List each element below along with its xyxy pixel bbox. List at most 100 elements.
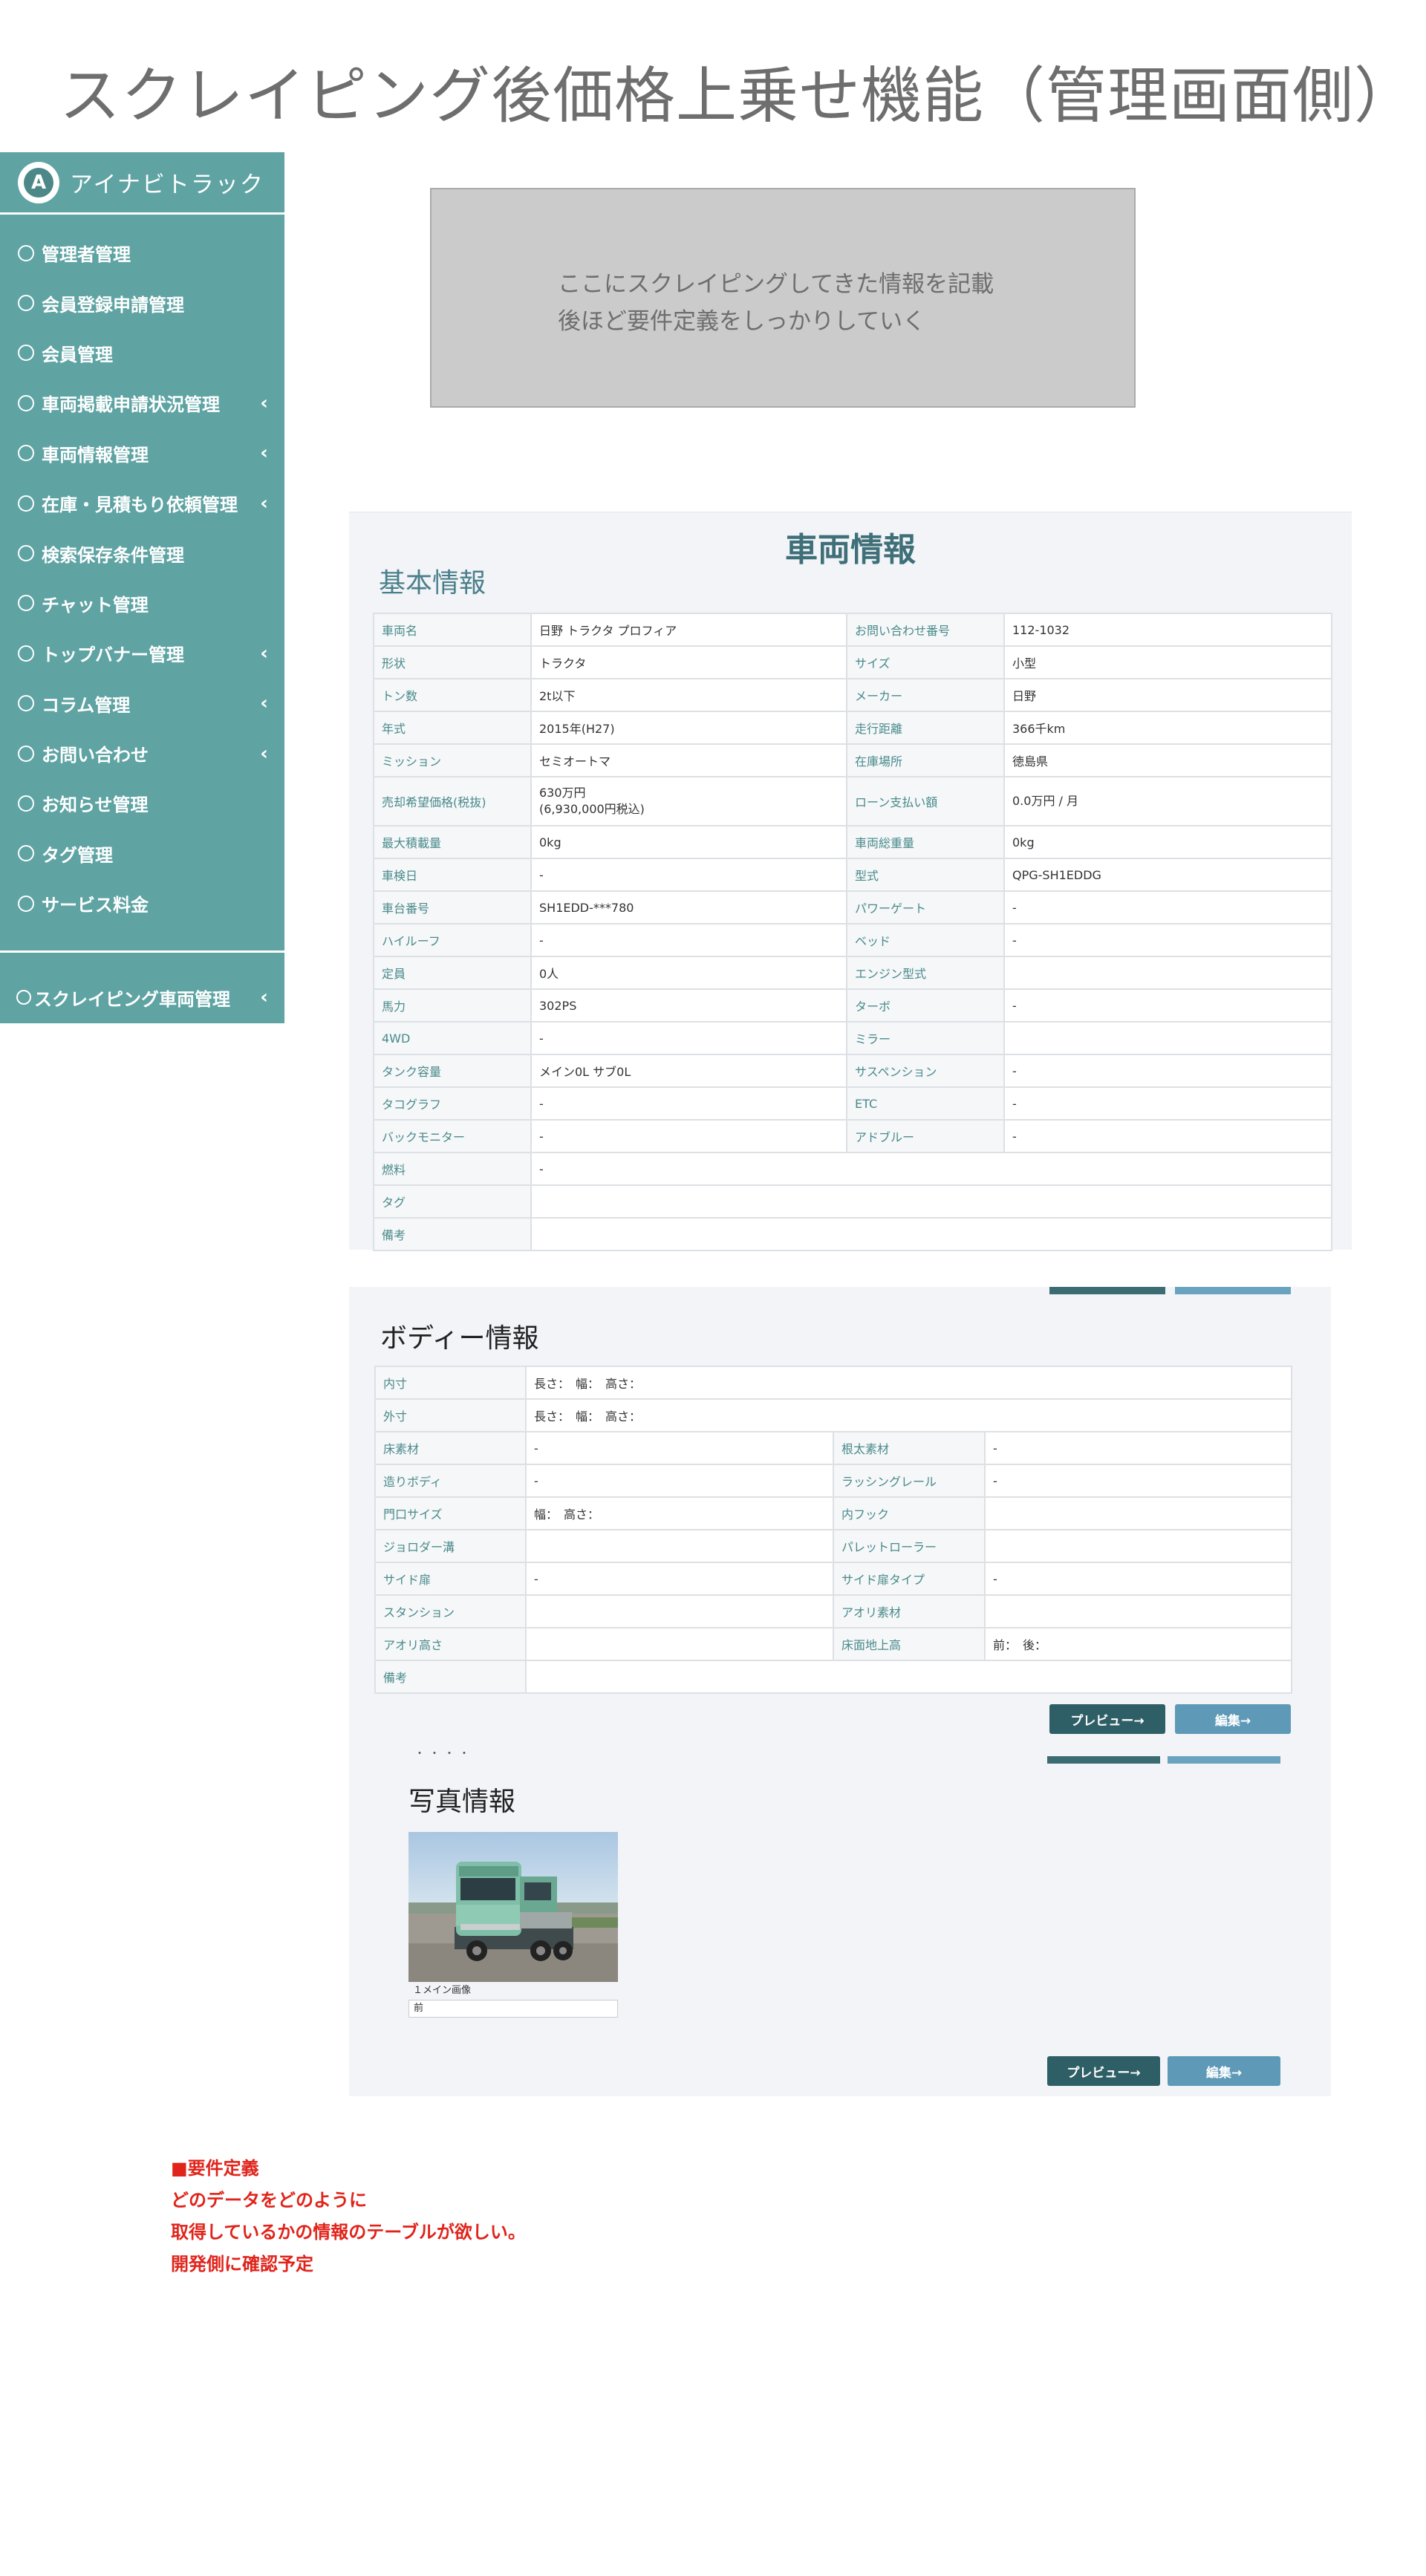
field-value xyxy=(525,1594,834,1628)
field-value: - xyxy=(1003,1086,1332,1121)
field-value: - xyxy=(525,1431,834,1465)
field-value: SH1EDD-***780 xyxy=(530,890,847,925)
field-value: - xyxy=(1003,1119,1332,1153)
field-label: ジョロダー溝 xyxy=(374,1529,527,1563)
field-label: トン数 xyxy=(373,678,532,712)
sidebar-item-8[interactable]: トップバナー管理 ‹ xyxy=(0,628,284,678)
table-row: 定員 0人 エンジン型式 xyxy=(373,956,1332,990)
field-label: ターボ xyxy=(846,988,1005,1023)
field-label: 車台番号 xyxy=(373,890,532,925)
field-label: サイド扉 xyxy=(374,1562,527,1596)
table-row: バックモニター - アドブルー - xyxy=(373,1119,1332,1153)
field-value: セミオートマ xyxy=(530,743,847,777)
field-label: アオリ素材 xyxy=(833,1594,986,1628)
sidebar-item-5[interactable]: 在庫・見積もり依頼管理 ‹ xyxy=(0,478,284,528)
field-value: QPG-SH1EDDG xyxy=(1003,858,1332,892)
field-label: メーカー xyxy=(846,678,1005,712)
circle-icon xyxy=(18,795,34,812)
field-value xyxy=(524,1660,1293,1694)
sidebar-item-11[interactable]: お知らせ管理 xyxy=(0,778,284,828)
field-label: タグ xyxy=(373,1184,532,1219)
table-row: 内寸 長さ： 幅： 高さ： xyxy=(374,1366,1293,1400)
field-value: - xyxy=(1003,1054,1332,1088)
sidebar-item-10[interactable]: お問い合わせ ‹ xyxy=(0,728,284,778)
chevron-left-icon: ‹ xyxy=(260,692,268,715)
sidebar-item-7[interactable]: チャット管理 xyxy=(0,578,284,628)
field-value: - xyxy=(530,1152,1332,1186)
field-value: - xyxy=(983,1562,1293,1596)
sidebar-item-9[interactable]: コラム管理 ‹ xyxy=(0,679,284,728)
sidebar-item-scraping-vehicles[interactable]: スクレイピング車両管理 ‹ xyxy=(0,972,284,1022)
field-value: - xyxy=(530,1086,847,1121)
sidebar-item-13[interactable]: サービス料金 xyxy=(0,878,284,928)
field-value: - xyxy=(525,1562,834,1596)
table-row: 備考 xyxy=(374,1660,1293,1694)
field-label: ラッシングレール xyxy=(833,1464,986,1498)
field-label: 内寸 xyxy=(374,1366,527,1400)
field-label: 年式 xyxy=(373,711,532,745)
field-value: 徳島県 xyxy=(1003,743,1332,777)
sidebar-item-3[interactable]: 車両掲載申請状況管理 ‹ xyxy=(0,378,284,428)
field-label: 車検日 xyxy=(373,858,532,892)
sidebar: A アイナビトラック 管理者管理 会員登録申請管理 会員管理 車両掲載申請状況管理 ‹ 車… xyxy=(0,152,284,1023)
table-row: 4WD - ミラー xyxy=(373,1021,1332,1055)
table-row: 床素材 - 根太素材 - xyxy=(374,1431,1293,1465)
requirements-line: どのデータをどのように xyxy=(171,2190,367,2211)
circle-icon xyxy=(18,445,34,462)
field-value: - xyxy=(1003,890,1332,925)
field-label: 最大積載量 xyxy=(373,825,532,859)
body-edit-button[interactable]: 編集→ xyxy=(1175,1704,1291,1734)
field-value: - xyxy=(1003,923,1332,957)
field-value: - xyxy=(530,1119,847,1153)
photo-edit-button[interactable]: 編集→ xyxy=(1168,2056,1280,2086)
field-value: - xyxy=(983,1464,1293,1498)
sidebar-item-label: 車両情報管理 xyxy=(42,444,149,466)
circle-icon xyxy=(18,295,34,312)
field-value: 長さ： 幅： 高さ： xyxy=(524,1366,1293,1400)
sidebar-item-4[interactable]: 車両情報管理 ‹ xyxy=(0,428,284,478)
page-title: スクレイピング後価格上乗せ機能（管理画面側） xyxy=(59,61,1416,131)
body-preview-button[interactable]: プレビュー→ xyxy=(1049,1704,1165,1734)
field-label: ベッド xyxy=(846,923,1005,957)
sidebar-brand[interactable]: A アイナビトラック xyxy=(0,152,284,215)
photo-preview-button[interactable]: プレビュー→ xyxy=(1047,2056,1160,2086)
field-label: 車両総重量 xyxy=(846,825,1005,859)
field-value xyxy=(1003,956,1332,990)
field-label: 車両名 xyxy=(373,613,532,647)
truck-photo[interactable] xyxy=(408,1832,618,1982)
body-info-table: 内寸 長さ： 幅： 高さ： 外寸 長さ： 幅： 高さ： 床素材 - 根太素材 - 造りボディ - ラ… xyxy=(374,1366,1293,1694)
sidebar-item-6[interactable]: 検索保存条件管理 xyxy=(0,528,284,578)
field-value: 長さ： 幅： 高さ： xyxy=(524,1398,1293,1432)
sidebar-item-0[interactable]: 管理者管理 xyxy=(0,228,284,278)
table-row: 門口サイズ 幅： 高さ： 内フック xyxy=(374,1496,1293,1530)
field-value xyxy=(983,1496,1293,1530)
field-label: ローン支払い額 xyxy=(846,776,1005,826)
circle-icon xyxy=(18,745,34,762)
field-value: - xyxy=(525,1464,834,1498)
field-value xyxy=(530,1184,1332,1219)
circle-icon xyxy=(18,695,34,712)
field-value: 0人 xyxy=(530,956,847,990)
table-row: ジョロダー溝 パレットローラー xyxy=(374,1529,1293,1563)
table-row: タンク容量 メイン0L サブ0L サスペンション - xyxy=(373,1054,1332,1088)
field-label: 床面地上高 xyxy=(833,1627,986,1661)
table-row: 備考 xyxy=(373,1217,1332,1251)
field-value: 前： 後： xyxy=(983,1627,1293,1661)
sidebar-item-2[interactable]: 会員管理 xyxy=(0,328,284,378)
sidebar-item-1[interactable]: 会員登録申請管理 xyxy=(0,278,284,327)
button-stub-dark xyxy=(1047,1756,1160,1764)
vehicle-info-title: 車両情報 xyxy=(785,531,916,569)
circle-icon xyxy=(18,895,34,912)
vehicle-info-panel: 車両情報 基本情報 車両名 日野 トラクタ プロフィア お問い合わせ番号 112-10… xyxy=(349,512,1352,1251)
field-label: タンク容量 xyxy=(373,1054,532,1088)
field-value: 0kg xyxy=(1003,825,1332,859)
table-row: 造りボディ - ラッシングレール - xyxy=(374,1464,1293,1498)
sidebar-item-label: 管理者管理 xyxy=(42,244,131,266)
field-label: 在庫場所 xyxy=(846,743,1005,777)
field-label: 売却希望価格(税抜) xyxy=(373,776,532,826)
sidebar-item-12[interactable]: タグ管理 xyxy=(0,829,284,878)
table-row: ハイルーフ - ベッド - xyxy=(373,923,1332,957)
field-value: - xyxy=(530,1021,847,1055)
field-value: - xyxy=(1003,988,1332,1023)
field-value: 630万円 (6,930,000円税込) xyxy=(530,776,847,826)
